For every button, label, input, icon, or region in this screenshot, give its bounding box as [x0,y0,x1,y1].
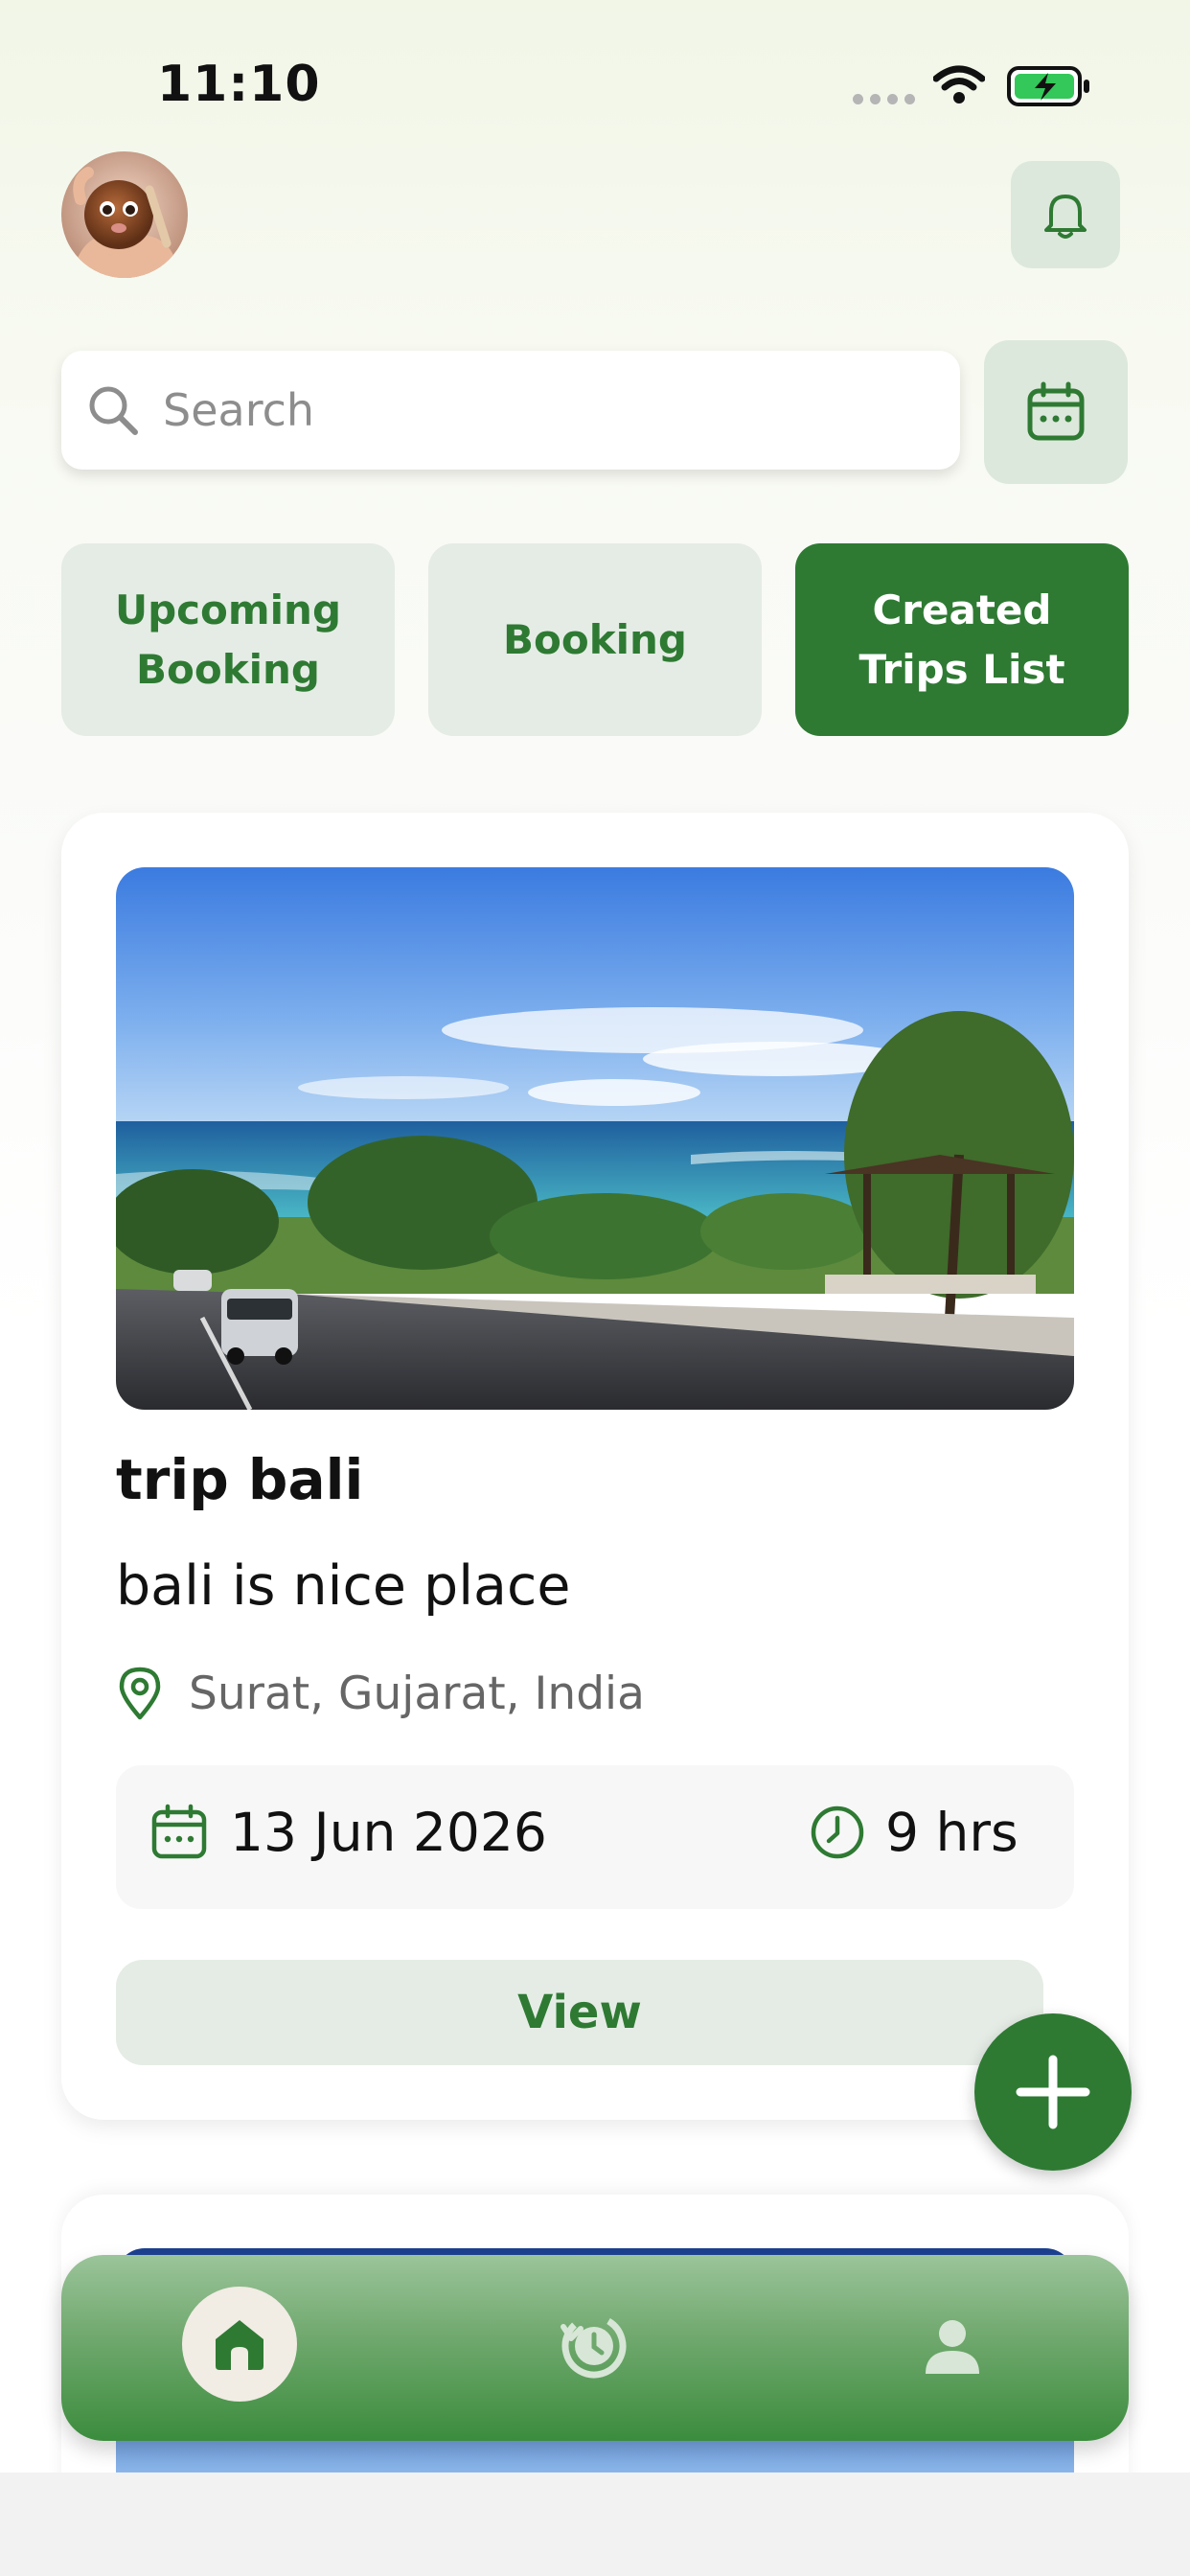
view-trip-button[interactable]: View [116,1960,1043,2065]
trip-location: Surat, Gujarat, India [116,1666,645,1721]
search-icon [89,386,138,435]
calendar-icon [151,1804,207,1859]
tab-created-trips-list[interactable]: Created Trips List [795,543,1129,736]
trip-location-text: Surat, Gujarat, India [189,1667,645,1720]
nav-home[interactable] [182,2287,297,2402]
avatar[interactable] [61,151,188,278]
trip-photo [116,867,1074,1410]
status-time: 11:10 [157,56,321,113]
calendar-icon [1027,381,1085,441]
trip-date: 13 Jun 2026 [149,1802,547,1863]
trip-duration-text: 9 hrs [885,1802,1018,1863]
map-pin-icon [119,1667,161,1720]
bell-icon [1044,195,1087,239]
profile-icon [926,2320,979,2374]
search-input[interactable] [161,383,912,437]
app-screen: 11:10 Search Upcoming Booking Booking Cr… [0,0,1190,2472]
clock-icon [811,1806,864,1859]
tab-upcoming-booking[interactable]: Upcoming Booking [61,543,395,736]
wifi-icon [933,65,985,104]
trip-duration: 9 hrs [809,1802,1018,1863]
tab-booking[interactable]: Booking [428,543,762,736]
plus-icon [1016,2055,1090,2129]
history-icon [561,2313,627,2379]
add-trip-button[interactable] [974,2013,1132,2171]
cellular-signal-icon [853,94,915,104]
trip-date-text: 13 Jun 2026 [230,1802,547,1863]
calendar-button[interactable] [984,340,1128,484]
trip-title: trip bali [116,1447,364,1512]
search-bar[interactable] [61,351,960,470]
battery-icon [1007,66,1089,106]
home-icon [216,2320,263,2370]
nav-profile[interactable] [919,2313,986,2380]
trip-description: bali is nice place [116,1554,571,1618]
notifications-button[interactable] [1011,161,1120,268]
nav-history[interactable] [556,2306,632,2382]
